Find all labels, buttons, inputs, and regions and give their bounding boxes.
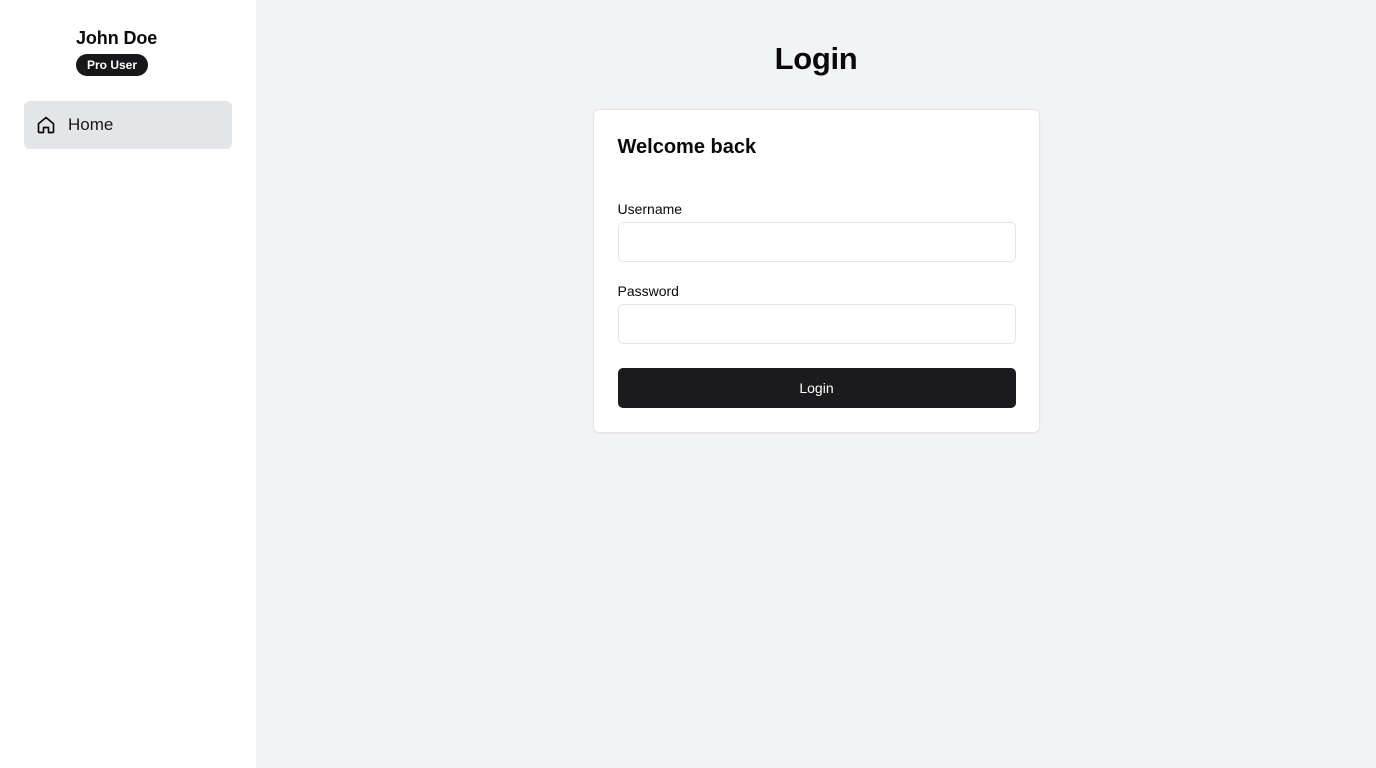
user-profile: John Doe Pro User <box>24 26 232 101</box>
sidebar-item-home[interactable]: Home <box>24 101 232 149</box>
card-title: Welcome back <box>617 136 757 158</box>
login-button[interactable]: Login <box>617 368 1016 408</box>
sidebar-nav: Home <box>24 101 232 149</box>
sidebar: John Doe Pro User Home <box>0 0 256 768</box>
username-input[interactable] <box>617 222 1016 262</box>
user-name: John Doe <box>76 28 158 48</box>
password-label: Password <box>617 283 679 299</box>
login-card: Welcome back Username Password Login <box>592 109 1040 433</box>
sidebar-item-label: Home <box>68 115 114 134</box>
password-input[interactable] <box>617 304 1016 344</box>
main-content: Login Welcome back Username Password Log… <box>256 0 1376 768</box>
user-badge: Pro User <box>76 54 149 76</box>
home-icon <box>36 115 56 135</box>
page-title: Login <box>774 41 858 76</box>
username-label: Username <box>617 201 683 217</box>
